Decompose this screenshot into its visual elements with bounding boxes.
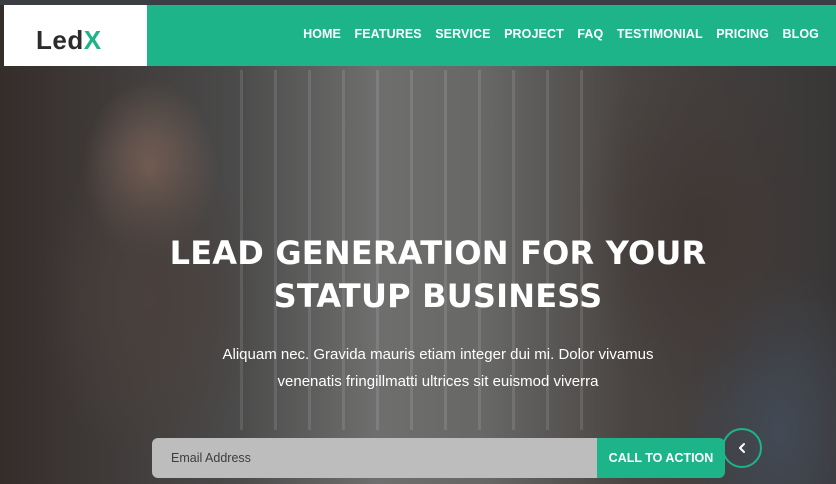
chevron-left-icon (739, 443, 745, 453)
nav-home[interactable]: HOME (303, 27, 341, 41)
hero-subtext: Aliquam nec. Gravida mauris etiam intege… (0, 341, 836, 395)
email-input[interactable] (152, 438, 597, 478)
hero-headline: LEAD GENERATION FOR YOUR STATUP BUSINESS (0, 232, 836, 318)
logo[interactable]: LedX (4, 5, 147, 66)
nav-features[interactable]: FEATURES (355, 27, 422, 41)
nav-blog[interactable]: BLOG (782, 27, 819, 41)
call-to-action-button[interactable]: CALL TO ACTION (597, 438, 725, 478)
logo-main-text: Led (36, 25, 84, 55)
nav-pricing[interactable]: PRICING (716, 27, 769, 41)
nav-faq[interactable]: FAQ (577, 27, 603, 41)
hero-subtext-line2: venenatis fringillmatti ultrices sit eui… (277, 373, 599, 390)
navbar: HOME FEATURES SERVICE PROJECT FAQ TESTIM… (147, 5, 836, 66)
hero-headline-line2: STATUP BUSINESS (273, 277, 603, 315)
nav-service[interactable]: SERVICE (435, 27, 490, 41)
nav-project[interactable]: PROJECT (504, 27, 564, 41)
nav-testimonial[interactable]: TESTIMONIAL (617, 27, 703, 41)
hero-headline-line1: LEAD GENERATION FOR YOUR (169, 234, 707, 272)
hero-subtext-line1: Aliquam nec. Gravida mauris etiam intege… (222, 346, 654, 363)
logo-accent-text: X (83, 25, 102, 55)
logo-text: LedX (36, 25, 102, 56)
main-nav: HOME FEATURES SERVICE PROJECT FAQ TESTIM… (290, 27, 819, 41)
carousel-prev-button[interactable] (722, 428, 762, 468)
